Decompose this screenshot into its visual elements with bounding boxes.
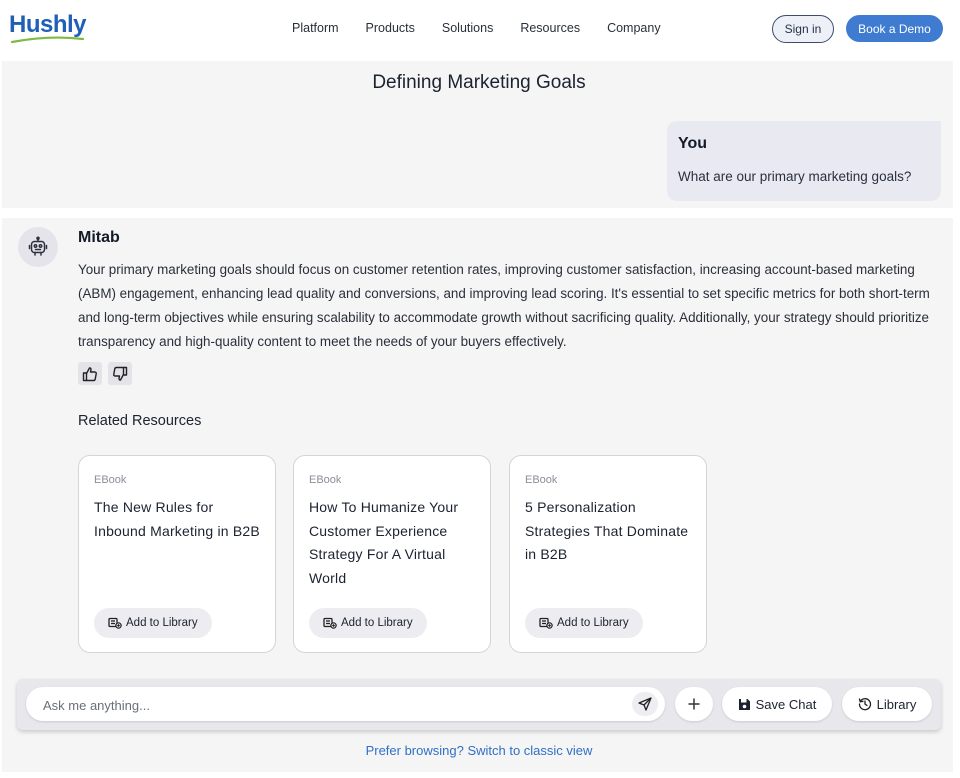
main-nav: Platform Products Solutions Resources Co… (292, 21, 688, 35)
nav-platform[interactable]: Platform (292, 21, 339, 35)
add-to-library-label: Add to Library (341, 617, 413, 629)
chat-input-container (26, 687, 665, 723)
feedback-buttons (78, 362, 132, 385)
add-to-library-label: Add to Library (557, 617, 629, 629)
add-to-library-label: Add to Library (126, 617, 198, 629)
send-button[interactable] (632, 692, 658, 716)
bot-message-text: Your primary marketing goals should focu… (78, 262, 930, 349)
book-demo-button[interactable]: Book a Demo (846, 15, 943, 42)
resource-type: EBook (525, 474, 558, 486)
bot-avatar (18, 227, 58, 267)
thumbs-up-icon (82, 366, 97, 381)
chat-input-bar: Save Chat Library (17, 679, 941, 730)
hushly-logo[interactable]: Hushly (9, 11, 87, 44)
message-divider (2, 208, 953, 218)
library-button[interactable]: Library (842, 687, 932, 721)
resource-title[interactable]: How To Humanize Your Customer Experience… (309, 496, 481, 590)
new-chat-button[interactable] (675, 687, 713, 721)
logo-text: Hushly (9, 11, 87, 38)
user-name: You (678, 135, 708, 152)
save-chat-label: Save Chat (755, 696, 817, 712)
add-to-library-button[interactable]: Add to Library (94, 608, 212, 638)
chat-input[interactable] (41, 687, 625, 723)
resource-card[interactable]: EBook How To Humanize Your Customer Expe… (293, 455, 491, 653)
save-icon (738, 698, 750, 710)
user-message-bubble: You What are our primary marketing goals… (667, 121, 941, 201)
resource-title[interactable]: 5 Personalization Strategies That Domina… (525, 496, 697, 567)
thumbs-down-icon (113, 366, 128, 381)
user-message-text: What are our primary marketing goals? (678, 169, 912, 184)
save-chat-button[interactable]: Save Chat (722, 687, 832, 721)
library-add-icon (108, 617, 122, 629)
send-icon (638, 697, 652, 711)
library-add-icon (323, 617, 337, 629)
add-to-library-button[interactable]: Add to Library (525, 608, 643, 638)
resource-type: EBook (309, 474, 342, 486)
classic-view-link[interactable]: Prefer browsing? Switch to classic view (0, 743, 958, 758)
add-to-library-button[interactable]: Add to Library (309, 608, 427, 638)
resource-card[interactable]: EBook The New Rules for Inbound Marketin… (78, 455, 276, 653)
plus-icon (688, 698, 700, 710)
thumbs-up-button[interactable] (78, 362, 102, 385)
nav-company[interactable]: Company (607, 21, 661, 35)
robot-icon (28, 236, 48, 256)
nav-products[interactable]: Products (366, 21, 415, 35)
resource-card[interactable]: EBook 5 Personalization Strategies That … (509, 455, 707, 653)
related-resources-heading: Related Resources (78, 413, 202, 429)
library-add-icon (539, 617, 553, 629)
bot-name: Mitab (78, 229, 120, 246)
history-icon (858, 698, 871, 711)
thumbs-down-button[interactable] (108, 362, 132, 385)
nav-resources[interactable]: Resources (520, 21, 580, 35)
nav-solutions[interactable]: Solutions (442, 21, 493, 35)
resource-title[interactable]: The New Rules for Inbound Marketing in B… (94, 496, 266, 543)
library-label: Library (876, 696, 917, 712)
chat-title: Defining Marketing Goals (372, 72, 586, 93)
sign-in-button[interactable]: Sign in (772, 15, 834, 43)
top-navbar: Hushly Platform Products Solutions Resou… (0, 0, 960, 60)
resource-type: EBook (94, 474, 127, 486)
